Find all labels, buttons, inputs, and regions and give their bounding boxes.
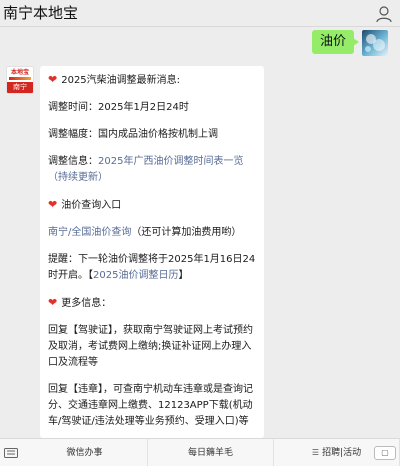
bot-message-card: ❤ 2025汽柴油调整最新消息: 调整时间：2025年1月2日24时 调整幅度：国… xyxy=(40,66,264,438)
news-heading: ❤ 2025汽柴油调整最新消息: xyxy=(48,73,181,86)
adjust-time: 调整时间：2025年1月2日24时 xyxy=(48,102,189,113)
header: 南宁本地宝 xyxy=(0,0,400,27)
chat-title: 南宁本地宝 xyxy=(3,4,79,22)
heart-icon: ❤ xyxy=(48,73,58,86)
expand-button[interactable]: ▢ xyxy=(374,446,396,460)
menu-item-daily-deals[interactable]: 每日薅羊毛 xyxy=(148,439,274,466)
violation-info: 回复【违章】，可查南宁机动车违章或是查询记分、交通违章网上缴费、12123APP… xyxy=(48,384,253,427)
bottom-menu: 微信办事 每日薅羊毛 ☰ 招聘|活动 ▢ xyxy=(0,438,400,466)
adjust-range: 调整幅度：国内成品油价格按机制上调 xyxy=(48,129,218,140)
user-message: 油价 xyxy=(311,30,388,56)
bot-avatar[interactable]: 本地宝 南宁 xyxy=(6,66,34,94)
bot-avatar-city: 南宁 xyxy=(7,82,33,93)
price-query-link[interactable]: 南宁/全国油价查询 xyxy=(48,227,131,238)
more-info-heading: ❤ 更多信息： xyxy=(48,296,112,309)
heart-icon: ❤ xyxy=(48,198,58,211)
calendar-link[interactable]: 2025油价调整日历 xyxy=(93,270,178,281)
query-heading: ❤ 油价查询入口 xyxy=(48,198,122,211)
user-icon[interactable] xyxy=(374,4,394,24)
license-info: 回复【驾驶证】，获取南宁驾驶证网上考试预约及取消，考试费网上缴纳;换证补证网上办… xyxy=(48,325,253,368)
user-avatar-image xyxy=(365,34,385,52)
chat-window: 南宁本地宝 油价 本地宝 南宁 ❤ 2025汽柴油调整最新消息: 调整时间：202… xyxy=(0,0,400,466)
adjust-info: 调整信息：2025年广西油价调整时间表一览（持续更新） xyxy=(48,156,244,183)
user-avatar[interactable] xyxy=(362,30,388,56)
menu-icon: ☰ xyxy=(311,448,320,457)
query-entry: 南宁/全国油价查询（还可计算加油费用哟） xyxy=(48,227,242,238)
user-message-bubble[interactable]: 油价 xyxy=(311,30,360,54)
heart-icon: ❤ xyxy=(48,296,58,309)
bot-avatar-stripe xyxy=(9,77,31,80)
menu-item-wechat-service[interactable]: 微信办事 xyxy=(0,439,148,466)
reminder: 提醒：下一轮油价调整将于2025年1月16日24时开启。【2025油价调整日历】 xyxy=(48,254,256,281)
bot-avatar-logo-text: 本地宝 xyxy=(10,69,29,76)
